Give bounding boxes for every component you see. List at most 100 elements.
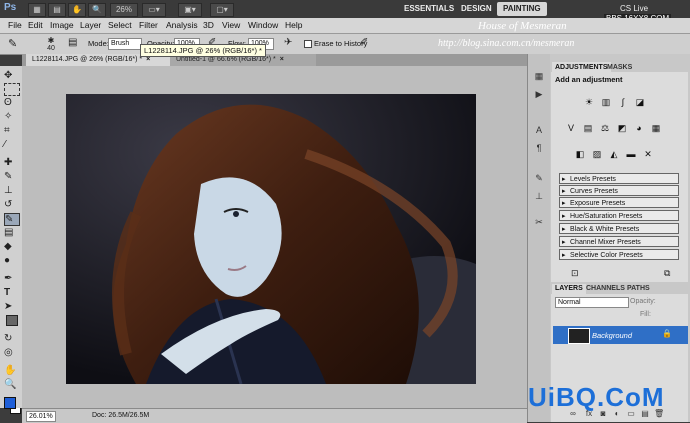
menu-edit[interactable]: Edit bbox=[28, 18, 43, 33]
3d-rotate-tool-icon[interactable]: ↻ bbox=[4, 333, 18, 344]
menu-view[interactable]: View bbox=[222, 18, 240, 33]
layer-mask-icon[interactable]: ◙ bbox=[598, 409, 608, 419]
preset-selective-color[interactable]: Selective Color Presets bbox=[559, 249, 679, 261]
eraser-tool-icon[interactable]: ✎ bbox=[4, 213, 20, 226]
blur-tool-icon[interactable]: ◆ bbox=[4, 241, 18, 252]
healing-brush-tool-icon[interactable]: ✚ bbox=[4, 157, 18, 168]
layer-group-icon[interactable]: ▭ bbox=[626, 409, 636, 419]
airbrush-icon[interactable]: ✈ bbox=[284, 37, 292, 48]
preset-hue-saturation[interactable]: Hue/Saturation Presets bbox=[559, 210, 679, 222]
menu-layer[interactable]: Layer bbox=[80, 18, 101, 33]
adjustment-clip-icon[interactable]: ⊡ bbox=[571, 268, 579, 279]
hue-saturation-icon[interactable]: ▤ bbox=[582, 122, 594, 134]
pen-tool-icon[interactable]: ✒ bbox=[4, 273, 18, 284]
delete-layer-icon[interactable]: 🗑 bbox=[654, 409, 664, 419]
close-icon[interactable]: × bbox=[280, 56, 284, 63]
preset-exposure[interactable]: Exposure Presets bbox=[559, 197, 679, 209]
type-tool-icon[interactable]: T bbox=[4, 287, 18, 298]
menu-image[interactable]: Image bbox=[50, 18, 74, 33]
gradient-map-icon[interactable]: ▬ bbox=[625, 148, 637, 160]
blend-mode-select[interactable]: Normal bbox=[555, 297, 629, 308]
black-white-icon[interactable]: ◩ bbox=[616, 122, 628, 134]
move-tool-icon[interactable]: ✥ bbox=[4, 70, 18, 81]
preset-black-white[interactable]: Black & White Presets bbox=[559, 223, 679, 235]
preset-levels[interactable]: Levels Presets bbox=[559, 173, 679, 185]
character-panel-icon[interactable]: A bbox=[532, 124, 546, 136]
arrange-documents-button[interactable]: ▣▾ bbox=[178, 3, 202, 17]
bridge-icon[interactable]: ▦ bbox=[28, 3, 46, 17]
foreground-color-swatch[interactable] bbox=[4, 397, 16, 409]
menu-analysis[interactable]: Analysis bbox=[166, 18, 198, 33]
brightness-contrast-icon[interactable]: ☀ bbox=[583, 96, 595, 108]
tab-layers[interactable]: LAYERS bbox=[552, 284, 586, 294]
brush-size-preview[interactable]: ✱ 40 bbox=[44, 36, 58, 52]
menu-filter[interactable]: Filter bbox=[139, 18, 158, 33]
menu-3d[interactable]: 3D bbox=[203, 18, 214, 33]
actions-panel-icon[interactable]: ▶ bbox=[532, 88, 546, 100]
menu-window[interactable]: Window bbox=[248, 18, 278, 33]
invert-icon[interactable]: ◧ bbox=[574, 148, 586, 160]
tab-paths[interactable]: PATHS bbox=[624, 284, 653, 294]
history-panel-icon[interactable]: ▦ bbox=[532, 70, 546, 82]
marquee-tool-icon[interactable] bbox=[4, 83, 20, 96]
shape-tool-icon[interactable] bbox=[6, 315, 18, 326]
workspace-painting[interactable]: PAINTING bbox=[497, 2, 547, 16]
close-icon[interactable]: × bbox=[146, 56, 150, 63]
workspace-essentials[interactable]: ESSENTIALS bbox=[398, 2, 460, 16]
adjustment-layer-icon[interactable]: ◐ bbox=[612, 409, 622, 419]
zoom-tool-icon[interactable]: 🔍 bbox=[4, 379, 18, 390]
view-extras-button[interactable]: ▭▾ bbox=[142, 3, 166, 17]
menu-help[interactable]: Help bbox=[285, 18, 302, 33]
menu-select[interactable]: Select bbox=[108, 18, 132, 33]
color-balance-icon[interactable]: ⚖ bbox=[599, 122, 611, 134]
tool-presets-panel-icon[interactable]: ✂ bbox=[532, 216, 546, 228]
paragraph-panel-icon[interactable]: ¶ bbox=[532, 142, 546, 154]
eyedropper-tool-icon[interactable]: ⁄ bbox=[4, 139, 18, 150]
menu-file[interactable]: File bbox=[8, 18, 22, 33]
vibrance-icon[interactable]: V bbox=[565, 122, 577, 134]
gradient-tool-icon[interactable]: ▤ bbox=[4, 227, 18, 238]
brush-tool-preset-icon[interactable]: ✎ bbox=[8, 37, 24, 51]
preset-channel-mixer[interactable]: Channel Mixer Presets bbox=[559, 236, 679, 248]
hand-tool-icon[interactable]: ✋ bbox=[68, 3, 86, 17]
layer-style-icon[interactable]: fx bbox=[584, 409, 594, 419]
adjustment-panel-menu-icon[interactable]: ⧉ bbox=[664, 268, 670, 279]
3d-orbit-tool-icon[interactable]: ◎ bbox=[4, 347, 18, 358]
path-selection-tool-icon[interactable]: ➤ bbox=[4, 301, 18, 312]
dodge-tool-icon[interactable]: ● bbox=[4, 255, 18, 266]
brush-tool-icon[interactable]: ✎ bbox=[4, 171, 18, 182]
new-layer-icon[interactable]: ▤ bbox=[640, 409, 650, 419]
status-zoom-field[interactable]: 26.01% bbox=[26, 411, 56, 422]
history-brush-tool-icon[interactable]: ↺ bbox=[4, 199, 18, 210]
workspace-design[interactable]: DESIGN bbox=[455, 2, 498, 16]
preset-curves[interactable]: Curves Presets bbox=[559, 185, 679, 197]
layer-name[interactable]: Background bbox=[592, 331, 632, 340]
channel-mixer-icon[interactable]: ▦ bbox=[650, 122, 662, 134]
quick-selection-tool-icon[interactable]: ✧ bbox=[4, 111, 18, 122]
zoom-level-select[interactable]: 26% bbox=[110, 3, 138, 17]
crop-tool-icon[interactable]: ⌗ bbox=[4, 125, 18, 136]
zoom-tool-icon[interactable]: 🔍 bbox=[88, 3, 106, 17]
watermark-url: http://blog.sina.com.cn/mesmeran bbox=[438, 38, 575, 49]
document-image[interactable] bbox=[66, 94, 476, 384]
clone-stamp-tool-icon[interactable]: ⊥ bbox=[4, 185, 18, 196]
tab-channels[interactable]: CHANNELS bbox=[583, 284, 628, 294]
threshold-icon[interactable]: ◭ bbox=[608, 148, 620, 160]
exposure-icon[interactable]: ◪ bbox=[634, 96, 646, 108]
levels-icon[interactable]: ▥ bbox=[600, 96, 612, 108]
lasso-tool-icon[interactable]: ʘ bbox=[4, 97, 18, 108]
hand-tool-icon[interactable]: ✋ bbox=[4, 365, 18, 376]
curves-icon[interactable]: ∫ bbox=[617, 96, 629, 108]
mode-select[interactable]: Brush bbox=[108, 38, 142, 50]
clone-source-panel-icon[interactable]: ⊥ bbox=[532, 190, 546, 202]
posterize-icon[interactable]: ▨ bbox=[591, 148, 603, 160]
erase-to-history-checkbox[interactable] bbox=[304, 40, 312, 48]
pressure-size-icon[interactable]: ✐ bbox=[360, 37, 368, 48]
selective-color-icon[interactable]: ✕ bbox=[642, 148, 654, 160]
brush-presets-panel-icon[interactable]: ✎ bbox=[532, 172, 546, 184]
screen-mode-button[interactable]: ▢▾ bbox=[210, 3, 234, 17]
link-layers-icon[interactable]: ∞ bbox=[568, 409, 578, 419]
brush-panel-icon[interactable]: ▤ bbox=[68, 37, 82, 49]
photo-filter-icon[interactable]: ◕ bbox=[633, 122, 645, 134]
minibridge-icon[interactable]: ▤ bbox=[48, 3, 66, 17]
